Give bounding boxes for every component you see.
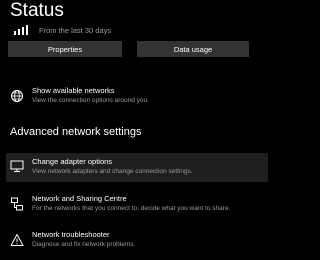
change-adapter-options-link[interactable]: Change adapter options View network adap… (6, 153, 268, 182)
change-adapter-desc: View network adapters and change connect… (32, 168, 193, 175)
advanced-settings-header: Advanced network settings (10, 126, 142, 138)
status-summary: From the last 30 days (13, 24, 111, 36)
network-sharing-icon (11, 197, 23, 211)
properties-button[interactable]: Properties (8, 41, 122, 57)
wifi-signal-icon (14, 25, 28, 35)
show-networks-title: Show available networks (32, 86, 115, 95)
network-adapter-icon (10, 160, 24, 172)
data-period-label: From the last 30 days (39, 25, 112, 35)
data-usage-button[interactable]: Data usage (137, 41, 249, 57)
sharing-centre-title: Network and Sharing Centre (32, 194, 127, 203)
show-networks-desc: View the connection options around you. (32, 97, 149, 104)
change-adapter-title: Change adapter options (32, 157, 113, 166)
network-troubleshooter-link[interactable]: Network troubleshooter Diagnose and fix … (6, 230, 268, 249)
network-sharing-centre-link[interactable]: Network and Sharing Centre For the netwo… (6, 194, 268, 213)
page-title: Status (10, 0, 64, 21)
network-status-page: Status From the last 30 days Properties … (0, 0, 300, 260)
sharing-centre-desc: For the networks that you connect to, de… (32, 205, 231, 212)
troubleshooter-desc: Diagnose and fix network problems. (32, 241, 136, 248)
globe-icon (11, 90, 23, 102)
show-available-networks-link[interactable]: Show available networks View the connect… (6, 86, 268, 105)
warning-icon (10, 234, 24, 246)
troubleshooter-title: Network troubleshooter (32, 230, 110, 239)
